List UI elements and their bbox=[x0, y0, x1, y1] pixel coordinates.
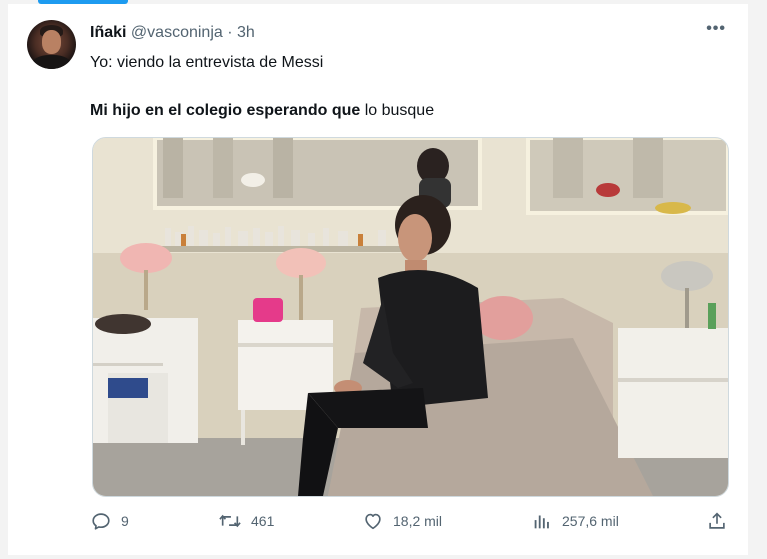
tweet-card[interactable]: Iñaki @vasconinja · 3h ••• Yo: viendo la… bbox=[8, 4, 748, 555]
tweet-actions-bar: 9 461 18,2 mil 257,6 mil bbox=[90, 510, 730, 534]
tweet-header: Iñaki @vasconinja · 3h bbox=[90, 23, 255, 43]
like-count: 18,2 mil bbox=[393, 513, 443, 529]
views-icon bbox=[534, 515, 549, 529]
avatar-face bbox=[42, 30, 61, 54]
reply-icon bbox=[92, 513, 110, 530]
retweet-button[interactable]: 461 bbox=[218, 510, 274, 532]
more-options-icon[interactable]: ••• bbox=[706, 20, 726, 38]
avatar[interactable] bbox=[27, 20, 76, 69]
reply-count: 9 bbox=[121, 513, 129, 529]
tweet-text-bold: Mi hijo en el colegio esperando que bbox=[90, 102, 361, 119]
views-button[interactable]: 257,6 mil bbox=[531, 510, 619, 532]
share-icon bbox=[709, 512, 725, 529]
tweet-text-rest: lo busque bbox=[360, 102, 435, 119]
separator-dot: · bbox=[227, 24, 233, 41]
heart-icon bbox=[365, 513, 381, 530]
tweet-text-line2: Mi hijo en el colegio esperando que lo b… bbox=[90, 100, 434, 122]
author-handle[interactable]: @vasconinja bbox=[131, 24, 223, 41]
share-button[interactable] bbox=[706, 510, 728, 532]
reply-button[interactable]: 9 bbox=[90, 510, 129, 532]
retweet-icon bbox=[219, 514, 241, 528]
like-button[interactable]: 18,2 mil bbox=[362, 510, 442, 532]
tweet-media-image[interactable] bbox=[92, 137, 729, 497]
author-name[interactable]: Iñaki bbox=[90, 24, 126, 41]
retweet-count: 461 bbox=[251, 513, 275, 529]
tweet-timestamp[interactable]: 3h bbox=[237, 24, 255, 41]
avatar-shirt bbox=[32, 55, 71, 69]
views-count: 257,6 mil bbox=[562, 513, 619, 529]
tweet-text-line1: Yo: viendo la entrevista de Messi bbox=[90, 54, 324, 71]
bedroom-scene-image bbox=[93, 138, 728, 496]
